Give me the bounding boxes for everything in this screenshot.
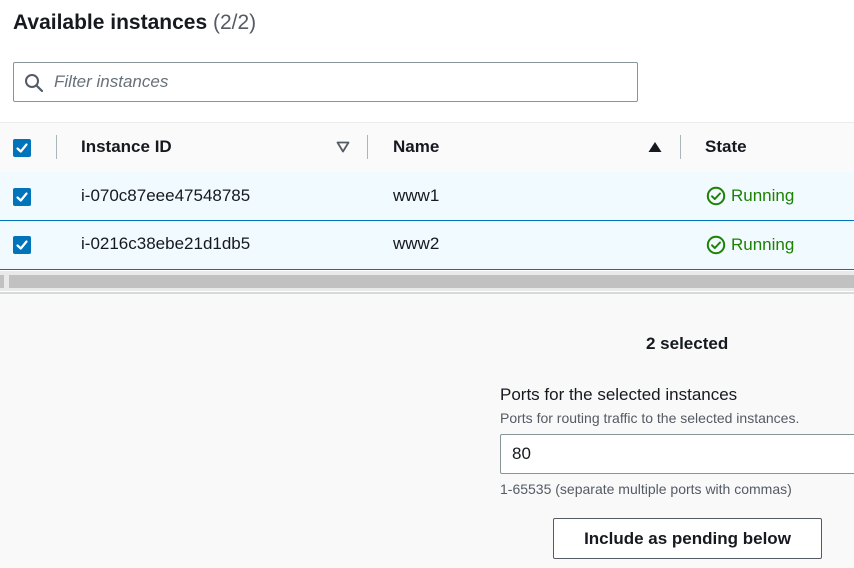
ports-input[interactable] bbox=[500, 434, 854, 474]
checkmark-icon bbox=[16, 240, 28, 250]
horizontal-scrollbar[interactable] bbox=[0, 271, 854, 291]
ports-description: Ports for routing traffic to the selecte… bbox=[500, 410, 800, 426]
column-header-state[interactable]: State bbox=[705, 137, 747, 157]
name-cell: www2 bbox=[393, 234, 440, 253]
column-divider[interactable] bbox=[367, 135, 368, 159]
column-divider bbox=[56, 135, 57, 159]
column-divider[interactable] bbox=[680, 135, 681, 159]
table-header: Instance ID Name State bbox=[0, 122, 854, 173]
ports-label: Ports for the selected instances bbox=[500, 385, 738, 404]
sort-descending-icon[interactable] bbox=[336, 141, 350, 153]
panel-title-count: (2/2) bbox=[213, 11, 257, 34]
ports-hint: 1-65535 (separate multiple ports with co… bbox=[500, 481, 792, 497]
column-header-instance-id[interactable]: Instance ID bbox=[81, 137, 172, 157]
row-checkbox[interactable] bbox=[13, 236, 31, 254]
table-row[interactable]: i-070c87eee47548785 www1 Running bbox=[0, 172, 854, 221]
table-row[interactable]: i-0216c38ebe21d1db5 www2 Running bbox=[0, 221, 854, 270]
filter-instances-input[interactable] bbox=[54, 63, 629, 101]
panel-title: Available instances (2/2) bbox=[13, 11, 256, 35]
select-all-checkbox[interactable] bbox=[13, 139, 31, 157]
name-cell: www1 bbox=[393, 186, 440, 205]
state-cell: Running bbox=[706, 186, 826, 206]
search-icon bbox=[25, 74, 44, 93]
check-circle-icon bbox=[706, 186, 726, 206]
scrollbar-thumb[interactable] bbox=[9, 275, 854, 288]
column-header-name[interactable]: Name bbox=[393, 137, 439, 157]
row-checkbox[interactable] bbox=[13, 188, 31, 206]
checkmark-icon bbox=[16, 143, 28, 153]
panel-title-text: Available instances bbox=[13, 11, 208, 34]
state-cell: Running bbox=[706, 235, 826, 255]
instances-panel: Available instances (2/2) Instance ID Na… bbox=[0, 0, 854, 294]
instance-id-cell: i-070c87eee47548785 bbox=[81, 186, 251, 205]
instance-id-cell: i-0216c38ebe21d1db5 bbox=[81, 234, 251, 253]
filter-box[interactable] bbox=[13, 62, 638, 102]
checkmark-icon bbox=[16, 192, 28, 202]
section-divider bbox=[0, 292, 854, 294]
include-as-pending-button[interactable]: Include as pending below bbox=[553, 518, 822, 559]
check-circle-icon bbox=[706, 235, 726, 255]
state-label: Running bbox=[731, 186, 795, 205]
selection-summary: 2 selected bbox=[646, 334, 729, 353]
sort-ascending-icon[interactable] bbox=[648, 141, 662, 153]
scrollbar-edge bbox=[0, 275, 4, 288]
state-label: Running bbox=[731, 235, 795, 254]
